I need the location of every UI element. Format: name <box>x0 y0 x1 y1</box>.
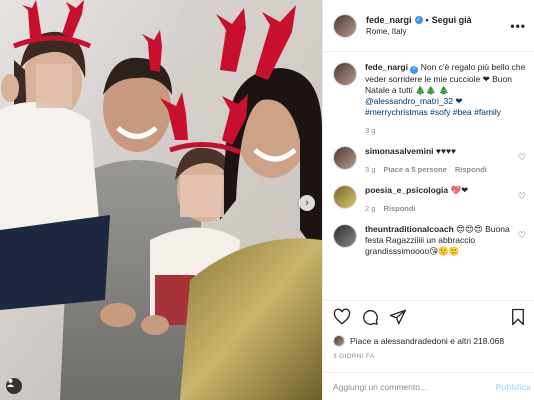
post-date[interactable]: 3 GIORNI FA <box>333 353 527 360</box>
comment-text: 💖❤ <box>450 184 469 195</box>
caption-username[interactable]: fede_nargi <box>365 62 408 72</box>
comment-username[interactable]: simonasalvemini <box>365 146 434 156</box>
next-arrow-icon: › <box>305 197 309 209</box>
comment-item: theuntraditionalcoach 😍😍😍 Buona festa Ra… <box>333 223 526 257</box>
separator-dot: • <box>425 14 429 25</box>
comment-time[interactable]: 2 g <box>365 203 375 214</box>
comment-item: simonasalvemini ♥♥♥♥ 3 g Piace a 5 perso… <box>333 145 526 175</box>
comment-icon[interactable] <box>361 308 379 326</box>
comments-list: fede_nargi ✓ Non c'è regalo più bello ch… <box>323 52 534 297</box>
comment-avatar[interactable] <box>333 223 357 248</box>
reply-button[interactable]: Rispondi <box>455 164 487 175</box>
reply-button[interactable]: Rispondi <box>383 203 415 214</box>
post-location[interactable]: Rome, Italy <box>366 26 472 38</box>
comment-likes[interactable]: Piace a 5 persone <box>383 164 446 175</box>
verified-badge-icon: ✓ <box>414 15 423 24</box>
comment-username[interactable]: theuntraditionalcoach <box>365 224 454 234</box>
more-options-icon[interactable]: ••• <box>510 19 526 33</box>
comment-time[interactable]: 3 g <box>365 164 375 175</box>
comment-username[interactable]: poesia_e_psicologia <box>365 185 448 195</box>
verified-badge-icon: ✓ <box>410 65 419 74</box>
share-icon[interactable] <box>389 308 407 326</box>
post-header: fede_nargi ✓ • Segui già Rome, Italy ••• <box>323 0 534 52</box>
tag-user-icon <box>6 378 15 387</box>
comment-text: ♥♥♥♥ <box>435 145 457 156</box>
comment-avatar[interactable] <box>333 145 357 170</box>
caption-avatar[interactable] <box>333 62 357 86</box>
heart-icon[interactable]: ♡ <box>518 191 526 202</box>
family-christmas-photo <box>0 0 322 400</box>
author-avatar[interactable] <box>333 13 357 38</box>
heart-icon[interactable]: ♡ <box>518 152 526 163</box>
liker-avatar <box>333 335 345 347</box>
bookmark-icon[interactable] <box>509 308 527 326</box>
post-photo[interactable]: › <box>0 0 322 400</box>
caption-hashtags[interactable]: #merrychristmas #sofy #bea #family <box>365 107 526 118</box>
likes-text[interactable]: Piace a alessandradedoni e altri 218.068 <box>350 336 504 346</box>
add-comment-bar: Pubblica <box>323 372 534 400</box>
comment-input[interactable] <box>333 381 496 392</box>
tagged-users-button[interactable] <box>6 378 22 394</box>
caption: fede_nargi ✓ Non c'è regalo più bello ch… <box>333 62 526 136</box>
comment-item: poesia_e_psicologia 💖❤ 2 g Rispondi ♡ <box>333 184 526 214</box>
following-button[interactable]: Segui già <box>432 14 472 26</box>
publish-button[interactable]: Pubblica <box>496 382 534 392</box>
post-sidebar: fede_nargi ✓ • Segui già Rome, Italy •••… <box>322 0 534 400</box>
next-photo-button[interactable]: › <box>299 195 315 211</box>
heart-icon[interactable] <box>333 308 351 326</box>
comment-avatar[interactable] <box>333 184 357 209</box>
post-actions: Piace a alessandradedoni e altri 218.068… <box>323 300 534 360</box>
caption-time[interactable]: 3 g <box>365 125 375 136</box>
author-username[interactable]: fede_nargi <box>366 14 412 26</box>
likes-summary[interactable]: Piace a alessandradedoni e altri 218.068 <box>333 335 527 347</box>
heart-icon[interactable]: ♡ <box>518 230 526 241</box>
